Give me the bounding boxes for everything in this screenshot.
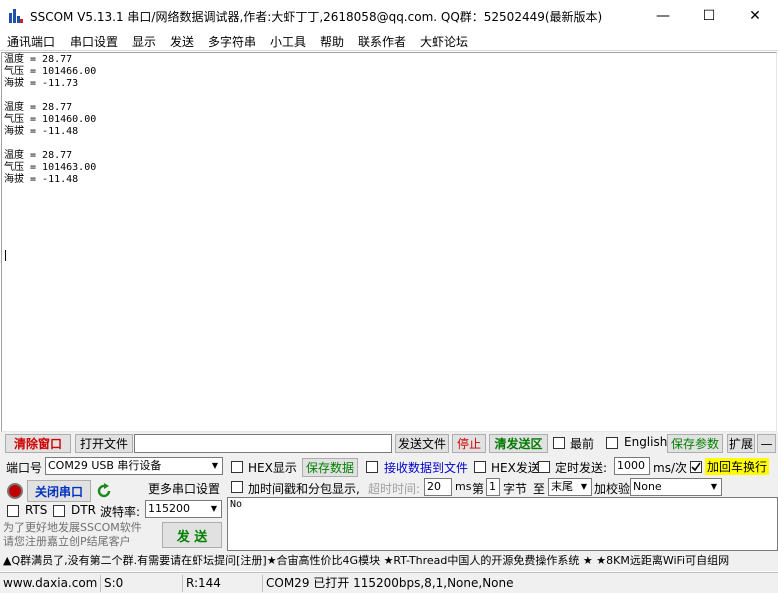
expand-button[interactable]: 扩展 xyxy=(727,434,755,453)
recv-to-file-checkbox[interactable] xyxy=(366,461,378,473)
timed-send-label: 定时发送: xyxy=(555,461,608,475)
timeout-input[interactable]: 20 xyxy=(424,478,452,496)
timestamp-label: 加时间戳和分包显示, xyxy=(248,482,360,496)
to-select[interactable]: 末尾 ▼ xyxy=(548,478,592,496)
port-label: 端口号 xyxy=(6,461,43,475)
window-title: SSCOM V5.13.1 串口/网络数据调试器,作者:大虾丁丁,2618058… xyxy=(30,10,603,24)
chevron-down-icon: ▼ xyxy=(207,501,221,517)
port-select[interactable]: COM29 USB 串行设备 ▼ xyxy=(45,457,223,475)
port-state: COM29 已打开 115200bps,8,1,None,None xyxy=(262,575,778,592)
receive-text: 温度 = 28.77 气压 = 101466.00 海拔 = -11.73 温度… xyxy=(4,54,97,185)
menu-display[interactable]: 显示 xyxy=(132,33,156,50)
save-params-button[interactable]: 保存参数 xyxy=(667,434,723,453)
dtr-checkbox[interactable] xyxy=(53,505,65,517)
clear-window-button[interactable]: 清除窗口 xyxy=(5,434,71,453)
collapse-button[interactable]: — xyxy=(757,434,776,453)
english-label: English xyxy=(624,435,668,449)
topmost-checkbox[interactable] xyxy=(553,437,565,449)
dtr-label: DTR xyxy=(71,503,96,517)
menu-contact-author[interactable]: 联系作者 xyxy=(358,33,406,50)
checksum-select[interactable]: None ▼ xyxy=(630,478,722,496)
news-ticker[interactable]: ▲Q群满员了,没有第二个群.有需要请在虾坛提问[注册]★合宙高性价比4G模块 ★… xyxy=(0,552,778,570)
more-settings-button[interactable]: 更多串口设置 xyxy=(146,479,222,497)
chevron-down-icon: ▼ xyxy=(577,479,591,495)
recv-to-file-button[interactable]: 接收数据到文件 xyxy=(383,458,469,477)
port-value: COM29 USB 串行设备 xyxy=(48,459,162,472)
refresh-icon[interactable] xyxy=(95,482,113,500)
send-textarea[interactable]: No xyxy=(227,497,778,551)
clear-send-button[interactable]: 清发送区 xyxy=(489,434,548,453)
minimize-button[interactable]: — xyxy=(640,0,686,31)
baud-label: 波特率: xyxy=(100,505,141,519)
timeout-unit: ms xyxy=(455,480,472,493)
timestamp-checkbox[interactable] xyxy=(231,481,243,493)
menu-multi-string[interactable]: 多字符串 xyxy=(208,33,256,50)
menu-help[interactable]: 帮助 xyxy=(320,33,344,50)
byte-from-label: 第 xyxy=(472,482,485,496)
menu-forum[interactable]: 大虾论坛 xyxy=(420,33,468,50)
file-path-input[interactable] xyxy=(134,434,392,453)
menu-comm-port[interactable]: 通讯端口 xyxy=(7,33,55,50)
chevron-down-icon: ▼ xyxy=(707,479,721,495)
baud-select[interactable]: 115200 ▼ xyxy=(145,500,222,518)
topmost-label: 最前 xyxy=(570,437,595,451)
send-file-button[interactable]: 发送文件 xyxy=(395,434,449,453)
checksum-value: None xyxy=(633,480,662,493)
rts-label: RTS xyxy=(25,503,48,517)
close-button[interactable]: ✕ xyxy=(732,0,778,31)
receive-area[interactable]: 温度 = 28.77 气压 = 101466.00 海拔 = -11.73 温度… xyxy=(1,52,777,432)
add-crlf-checkbox[interactable] xyxy=(690,461,702,473)
port-status-icon xyxy=(7,483,23,499)
chevron-down-icon: ▼ xyxy=(208,458,222,474)
baud-value: 115200 xyxy=(148,502,190,515)
english-checkbox[interactable] xyxy=(606,437,618,449)
menu-bar: 通讯端口 串口设置 显示 发送 多字符串 小工具 帮助 联系作者 大虾论坛 xyxy=(0,31,778,51)
title-bar: SSCOM V5.13.1 串口/网络数据调试器,作者:大虾丁丁,2618058… xyxy=(0,0,778,31)
control-panel: 清除窗口 打开文件 发送文件 停止 清发送区 最前 English 保存参数 扩… xyxy=(0,432,778,571)
maximize-button[interactable]: ☐ xyxy=(686,0,732,31)
checkmark-icon xyxy=(691,462,701,472)
received-count: R:144 xyxy=(182,575,262,592)
to-value: 末尾 xyxy=(551,480,573,493)
to-label: 至 xyxy=(533,482,546,496)
hex-send-checkbox[interactable] xyxy=(474,461,486,473)
menu-tools[interactable]: 小工具 xyxy=(270,33,306,50)
byte-unit-label: 字节 xyxy=(503,482,528,496)
app-icon xyxy=(9,9,23,23)
sent-count: S:0 xyxy=(100,575,182,592)
open-file-button[interactable]: 打开文件 xyxy=(75,434,133,453)
checksum-label: 加校验 xyxy=(594,482,631,496)
hex-send-label: HEX发送 xyxy=(491,461,540,475)
timeout-label: 超时时间: xyxy=(368,482,421,496)
add-crlf-label: 加回车换行 xyxy=(705,458,770,475)
close-port-button[interactable]: 关闭串口 xyxy=(27,480,91,502)
status-bar: www.daxia.com S:0 R:144 COM29 已打开 115200… xyxy=(0,572,778,593)
text-cursor xyxy=(5,250,6,261)
stop-button[interactable]: 停止 xyxy=(452,434,486,453)
website-link[interactable]: www.daxia.com xyxy=(0,575,100,592)
rts-checkbox[interactable] xyxy=(7,505,19,517)
menu-serial-settings[interactable]: 串口设置 xyxy=(70,33,118,50)
byte-from-input[interactable]: 1 xyxy=(486,478,500,496)
interval-input[interactable]: 1000 xyxy=(614,457,650,475)
menu-send[interactable]: 发送 xyxy=(170,33,194,50)
timed-send-checkbox[interactable] xyxy=(538,461,550,473)
send-button[interactable]: 发 送 xyxy=(162,522,222,548)
interval-unit: ms/次 xyxy=(653,461,687,475)
hex-display-checkbox[interactable] xyxy=(231,461,243,473)
promo-text[interactable]: 为了更好地发展SSCOM软件 请您注册嘉立创P结尾客户 xyxy=(3,521,142,549)
save-data-button[interactable]: 保存数据 xyxy=(302,458,358,477)
hex-display-label: HEX显示 xyxy=(248,461,297,475)
